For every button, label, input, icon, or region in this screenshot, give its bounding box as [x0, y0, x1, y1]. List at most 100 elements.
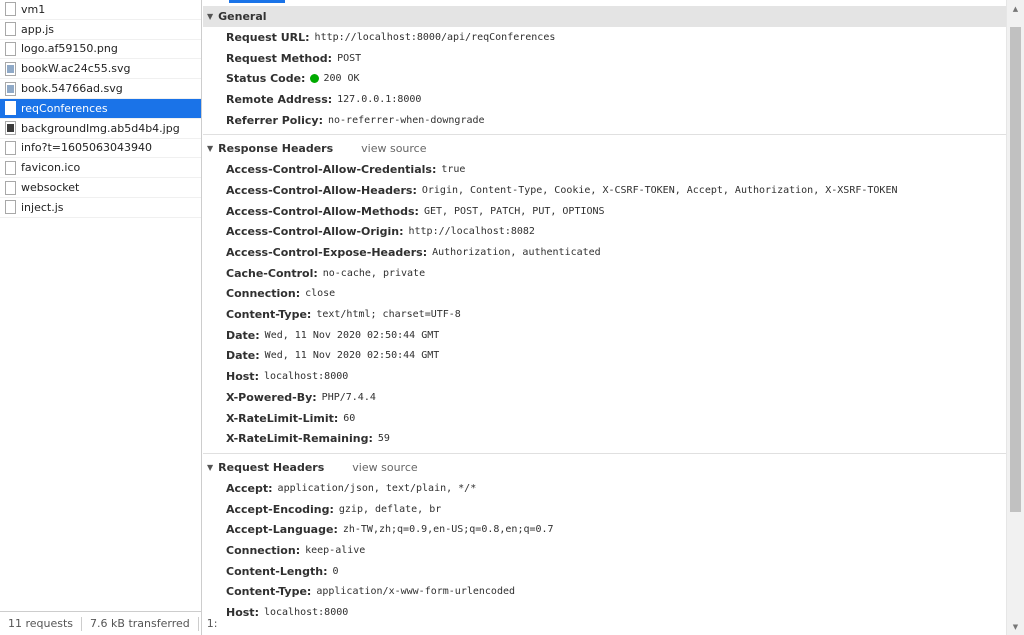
header-row: Accept: application/json, text/plain, */*: [203, 478, 1006, 499]
header-value: close: [305, 288, 336, 300]
header-value: 60: [343, 412, 356, 424]
header-key: Date:: [226, 328, 260, 342]
header-value: PHP/7.4.4: [321, 391, 376, 403]
header-row: Access-Control-Expose-Headers: Authorizat…: [203, 242, 1006, 263]
request-headers-header[interactable]: ▼ Request Headers view source: [203, 457, 1006, 478]
request-name: websocket: [21, 181, 80, 195]
image-icon: [5, 81, 16, 96]
header-value: Wed, 11 Nov 2020 02:50:44 GMT: [264, 350, 440, 362]
header-value: Authorization, authenticated: [432, 247, 601, 259]
image-icon: [5, 61, 16, 76]
header-value: gzip, deflate, br: [338, 503, 442, 515]
header-value: keep-alive: [305, 544, 366, 556]
request-item-inject-js[interactable]: inject.js: [0, 198, 201, 218]
request-name: vm1: [21, 2, 46, 16]
header-row: Request URL: http://localhost:8000/api/re…: [203, 27, 1006, 48]
header-row: Request Method: POST: [203, 48, 1006, 69]
header-key: Request URL:: [226, 30, 310, 44]
document-icon: [5, 200, 16, 215]
header-row: Content-Type: application/x-www-form-urle…: [203, 582, 1006, 603]
header-key: Access-Control-Allow-Origin:: [226, 225, 404, 239]
header-row: Connection: close: [203, 284, 1006, 305]
header-key: Remote Address:: [226, 92, 333, 106]
request-item-backgroundimg[interactable]: backgroundImg.ab5d4b4.jpg: [0, 119, 201, 139]
header-value: 200 OK: [323, 73, 360, 85]
header-key: X-RateLimit-Remaining:: [226, 432, 373, 446]
view-source-link[interactable]: view source: [361, 142, 426, 155]
request-item-favicon[interactable]: favicon.ico: [0, 158, 201, 179]
general-section-header[interactable]: ▼ General: [203, 6, 1006, 27]
header-key: Cache-Control:: [226, 266, 318, 280]
request-name: book.54766ad.svg: [21, 82, 123, 96]
header-value: Origin, Content-Type, Cookie, X-CSRF-TOK…: [421, 184, 898, 196]
header-value: http://localhost:8000/api/reqConferences: [314, 31, 556, 43]
header-key: Referrer Policy:: [226, 113, 323, 127]
scroll-down-icon[interactable]: ▼: [1007, 618, 1024, 635]
header-row: Connection: keep-alive: [203, 540, 1006, 561]
status-ok-icon: [310, 74, 320, 84]
header-row: Cache-Control: no-cache, private: [203, 263, 1006, 284]
header-row: Date: Wed, 11 Nov 2020 02:50:44 GMT: [203, 325, 1006, 346]
header-value: GET, POST, PATCH, PUT, OPTIONS: [423, 205, 605, 217]
header-row: Access-Control-Allow-Headers: Origin, Con…: [203, 180, 1006, 201]
request-name: inject.js: [21, 200, 64, 214]
header-key: X-Powered-By:: [226, 390, 317, 404]
header-value: localhost:8000: [263, 371, 349, 383]
header-key: Connection:: [226, 543, 301, 557]
request-item-websocket[interactable]: websocket: [0, 178, 201, 198]
request-item-logo[interactable]: logo.af59150.png: [0, 40, 201, 60]
request-item-reqconferences[interactable]: reqConferences: [0, 98, 201, 119]
header-value: POST: [337, 52, 362, 64]
request-name: backgroundImg.ab5d4b4.jpg: [21, 121, 180, 135]
header-value: no-cache, private: [322, 267, 426, 279]
header-key: Access-Control-Expose-Headers:: [226, 246, 428, 260]
header-value: 0: [332, 565, 339, 577]
response-headers-section: ▼ Response Headers view source Access-Co…: [203, 138, 1006, 455]
document-icon: [5, 160, 16, 175]
response-headers-header[interactable]: ▼ Response Headers view source: [203, 138, 1006, 159]
header-row: X-Powered-By: PHP/7.4.4: [203, 387, 1006, 408]
header-value: localhost:8000: [263, 607, 349, 619]
request-name: reqConferences: [21, 101, 108, 115]
header-row: Remote Address: 127.0.0.1:8000: [203, 89, 1006, 110]
request-headers-section: ▼ Request Headers view source Accept: app…: [203, 457, 1006, 627]
document-icon: [5, 180, 16, 195]
scrollbar-thumb[interactable]: [1010, 27, 1021, 512]
document-icon: [5, 41, 16, 56]
header-key: Request Method:: [226, 51, 333, 65]
request-list: vm1 app.js logo.af59150.png bookW.ac24c5…: [0, 0, 201, 222]
vertical-scrollbar[interactable]: ▲ ▼: [1006, 0, 1024, 635]
header-row: X-RateLimit-Remaining: 59: [203, 428, 1006, 449]
header-row: Accept-Encoding: gzip, deflate, br: [203, 499, 1006, 520]
request-list-panel: vm1 app.js logo.af59150.png bookW.ac24c5…: [0, 0, 217, 635]
header-row: Host: localhost:8000: [203, 366, 1006, 387]
transferred-size: 7.6 kB transferred: [82, 616, 199, 631]
header-value: true: [441, 164, 466, 176]
header-key: Date:: [226, 349, 260, 363]
document-icon: [5, 101, 16, 116]
header-key: Accept-Encoding:: [226, 502, 334, 516]
request-item-book[interactable]: book.54766ad.svg: [0, 79, 201, 99]
request-item-app-js[interactable]: app.js: [0, 20, 201, 40]
header-row: Content-Type: text/html; charset=UTF-8: [203, 304, 1006, 325]
header-row: Date: Wed, 11 Nov 2020 02:50:44 GMT: [203, 346, 1006, 367]
header-key: Content-Length:: [226, 564, 328, 578]
scroll-up-icon[interactable]: ▲: [1007, 0, 1024, 17]
header-row: X-RateLimit-Limit: 60: [203, 408, 1006, 429]
image-icon: [5, 121, 16, 136]
request-item-info[interactable]: info?t=1605063043940: [0, 139, 201, 159]
request-item-vm1[interactable]: vm1: [0, 0, 201, 20]
header-value: 59: [377, 433, 390, 445]
header-key: Connection:: [226, 287, 301, 301]
request-item-bookw[interactable]: bookW.ac24c55.svg: [0, 59, 201, 80]
header-value: text/html; charset=UTF-8: [316, 309, 461, 321]
header-key: Status Code:: [226, 72, 306, 86]
caret-down-icon: ▼: [207, 12, 214, 21]
request-count: 11 requests: [0, 616, 83, 631]
header-row: Access-Control-Allow-Credentials: true: [203, 159, 1006, 180]
header-row: Access-Control-Allow-Origin: http://local…: [203, 222, 1006, 243]
view-source-link[interactable]: view source: [352, 461, 417, 474]
header-key: Accept:: [226, 481, 273, 495]
header-row: Referrer Policy: no-referrer-when-downgra…: [203, 110, 1006, 131]
header-row: Access-Control-Allow-Methods: GET, POST, …: [203, 201, 1006, 222]
